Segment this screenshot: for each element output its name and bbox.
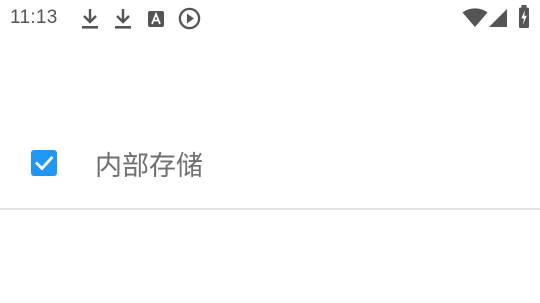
cell-signal-icon bbox=[489, 9, 507, 27]
battery-charging-icon bbox=[519, 5, 529, 28]
internal-storage-option[interactable]: 内部存储 bbox=[0, 128, 540, 200]
download-icon bbox=[82, 9, 98, 29]
play-circle-icon bbox=[178, 7, 201, 30]
wifi-icon bbox=[462, 8, 488, 27]
font-a-icon bbox=[148, 11, 164, 27]
internal-storage-checkbox[interactable] bbox=[31, 150, 57, 176]
divider bbox=[0, 208, 540, 210]
checkmark-icon bbox=[35, 156, 54, 171]
status-time: 11:13 bbox=[10, 7, 58, 28]
download-icon bbox=[115, 9, 131, 29]
internal-storage-label: 内部存储 bbox=[95, 151, 203, 182]
status-bar: 11:13 bbox=[0, 0, 540, 36]
